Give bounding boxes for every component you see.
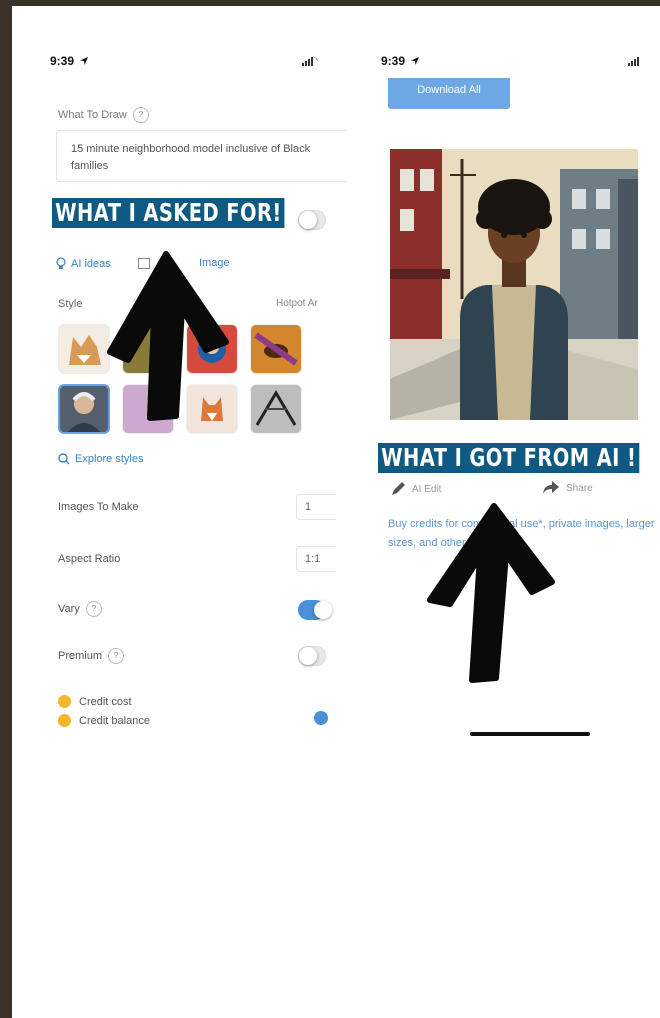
explore-styles-link[interactable]: Explore styles	[58, 453, 143, 465]
images-to-make-input[interactable]: 1	[296, 494, 336, 520]
help-icon[interactable]: ?	[85, 601, 102, 617]
share-button[interactable]: Share	[542, 481, 593, 495]
left-wifi-icon: ◝	[314, 55, 318, 65]
search-icon	[58, 453, 70, 465]
style-thumb-bee[interactable]	[250, 324, 302, 374]
right-status-time: 9:39	[381, 54, 420, 68]
help-icon[interactable]: ?	[132, 107, 149, 123]
premium-label: Premium?	[58, 648, 125, 664]
what-to-draw-input[interactable]: 15 minute neighborhood model inclusive o…	[56, 130, 346, 182]
left-status-time: 9:39	[50, 54, 89, 68]
generated-boy-illustration	[390, 149, 638, 420]
hand-drawn-arrow-left	[107, 251, 229, 421]
share-arrow-icon	[543, 481, 559, 494]
what-to-draw-label: What To Draw?	[58, 107, 149, 123]
got-from-ai-banner: WHAT I GOT FROM AI !	[378, 443, 640, 473]
download-all-button[interactable]: Download All	[388, 78, 510, 109]
location-arrow-icon	[411, 57, 420, 65]
sketch-illustration	[255, 390, 297, 426]
left-top-toggle[interactable]	[298, 210, 326, 230]
left-signal-icon	[302, 57, 313, 66]
screenshot-collage: 9:39 ◝ What To Draw? 15 minute neighborh…	[12, 6, 660, 1018]
vary-label: Vary?	[58, 601, 102, 617]
hand-drawn-arrow-right	[427, 503, 555, 683]
style-thumb-sketch[interactable]	[250, 384, 302, 434]
ai-edit-button[interactable]: AI Edit	[390, 481, 441, 497]
coin-icon	[58, 714, 71, 727]
coin-icon	[58, 695, 71, 708]
style-label: Style	[58, 298, 83, 310]
aspect-ratio-select[interactable]: 1:1	[296, 546, 336, 572]
credit-balance-row: Credit balance	[58, 714, 150, 727]
aspect-ratio-label: Aspect Ratio	[58, 553, 121, 565]
lightbulb-icon	[56, 257, 66, 269]
pencil-icon	[392, 482, 405, 495]
style-right-label: Hotpot Ar	[276, 298, 318, 309]
images-to-make-label: Images To Make	[58, 501, 139, 513]
generated-image	[390, 149, 638, 420]
credit-cost-row: Credit cost	[58, 695, 132, 708]
premium-toggle[interactable]	[298, 646, 326, 666]
info-icon[interactable]	[314, 711, 328, 725]
bee-illustration	[251, 325, 301, 373]
home-indicator	[470, 732, 590, 736]
asked-for-banner: WHAT I ASKED FOR!	[52, 198, 285, 228]
location-arrow-icon	[80, 57, 89, 65]
vary-toggle[interactable]	[298, 600, 332, 620]
right-signal-icon	[628, 57, 639, 66]
help-icon[interactable]: ?	[108, 648, 125, 664]
